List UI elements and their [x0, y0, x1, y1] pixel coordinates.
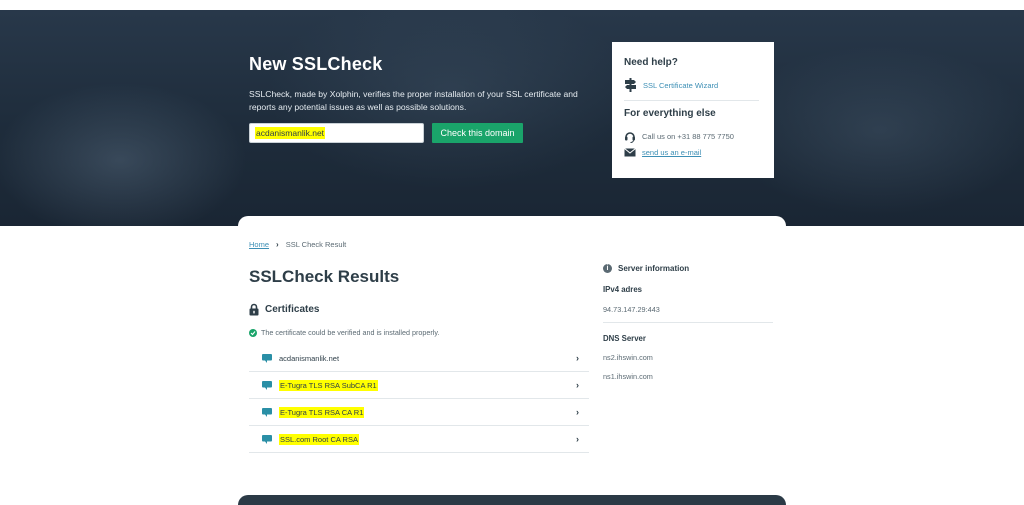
breadcrumb-current: SSL Check Result [285, 240, 347, 249]
envelope-icon [624, 148, 636, 157]
call-row: Call us on +31 88 775 7750 [624, 130, 734, 143]
dns-value: ns1.ihswin.com [603, 372, 653, 381]
lock-icon [249, 303, 259, 316]
everything-else-title: For everything else [624, 108, 716, 119]
footer-tab-decoration [238, 495, 786, 505]
certificate-icon [262, 380, 272, 390]
help-box: Need help? SSL Certificate Wizard For ev… [612, 42, 774, 178]
call-text: Call us on +31 88 775 7750 [642, 132, 734, 141]
certificate-row[interactable]: E-Tugra TLS RSA SubCA R1 › [249, 372, 589, 399]
chevron-right-icon: › [276, 240, 279, 249]
breadcrumb: Home › SSL Check Result [249, 240, 346, 249]
server-info-panel: i Server information IPv4 adres 94.73.14… [603, 264, 773, 381]
certificate-name: E-Tugra TLS RSA SubCA R1 [279, 379, 378, 391]
verified-status: The certificate could be verified and is… [249, 328, 439, 337]
certificate-icon [262, 434, 272, 444]
email-link[interactable]: send us an e-mail [642, 148, 701, 157]
ipv4-label: IPv4 adres [603, 285, 643, 294]
chevron-right-icon: › [576, 407, 579, 417]
domain-input[interactable]: acdanismanlik.net [249, 123, 424, 143]
server-divider [603, 322, 773, 323]
info-icon: i [603, 264, 612, 273]
top-tab-decoration [238, 0, 786, 10]
page-title: SSLCheck Results [249, 267, 400, 286]
hero-title: New SSLCheck [249, 54, 383, 74]
certificates-heading: Certificates [249, 303, 319, 316]
certificate-list: acdanismanlik.net › E-Tugra TLS RSA SubC… [249, 345, 589, 453]
breadcrumb-home-link[interactable]: Home [249, 240, 269, 249]
help-title: Need help? [624, 57, 678, 68]
content-top-tab [238, 216, 786, 228]
email-row: send us an e-mail [624, 148, 701, 157]
hero-section: New SSLCheck SSLCheck, made by Xolphin, … [0, 10, 1024, 226]
ipv4-value: 94.73.147.29:443 [603, 305, 660, 314]
server-info-heading: i Server information [603, 264, 773, 273]
certificate-icon [262, 407, 272, 417]
headset-icon [625, 132, 635, 143]
certificates-label: Certificates [265, 304, 320, 315]
certificate-name: E-Tugra TLS RSA CA R1 [279, 406, 365, 418]
domain-input-value: acdanismanlik.net [255, 127, 326, 139]
chevron-right-icon: › [576, 434, 579, 444]
help-divider [624, 100, 759, 101]
certificate-row[interactable]: SSL.com Root CA RSA › [249, 426, 589, 453]
check-circle-icon [249, 328, 257, 337]
verified-text: The certificate could be verified and is… [261, 328, 440, 337]
chevron-right-icon: › [576, 353, 579, 363]
certificate-name: acdanismanlik.net [279, 353, 340, 363]
check-domain-button[interactable]: Check this domain [432, 123, 523, 143]
chevron-right-icon: › [576, 380, 579, 390]
signpost-icon [625, 78, 636, 92]
certificate-row[interactable]: acdanismanlik.net › [249, 345, 589, 372]
ssl-wizard-link[interactable]: SSL Certificate Wizard [643, 81, 718, 90]
server-info-label: Server information [618, 264, 690, 273]
certificate-name: SSL.com Root CA RSA [279, 433, 359, 445]
dns-value: ns2.ihswin.com [603, 353, 653, 362]
dns-label: DNS Server [603, 334, 646, 343]
wizard-row: SSL Certificate Wizard [624, 78, 718, 92]
certificate-row[interactable]: E-Tugra TLS RSA CA R1 › [249, 399, 589, 426]
certificate-icon [262, 353, 272, 363]
hero-description: SSLCheck, made by Xolphin, verifies the … [249, 89, 578, 112]
